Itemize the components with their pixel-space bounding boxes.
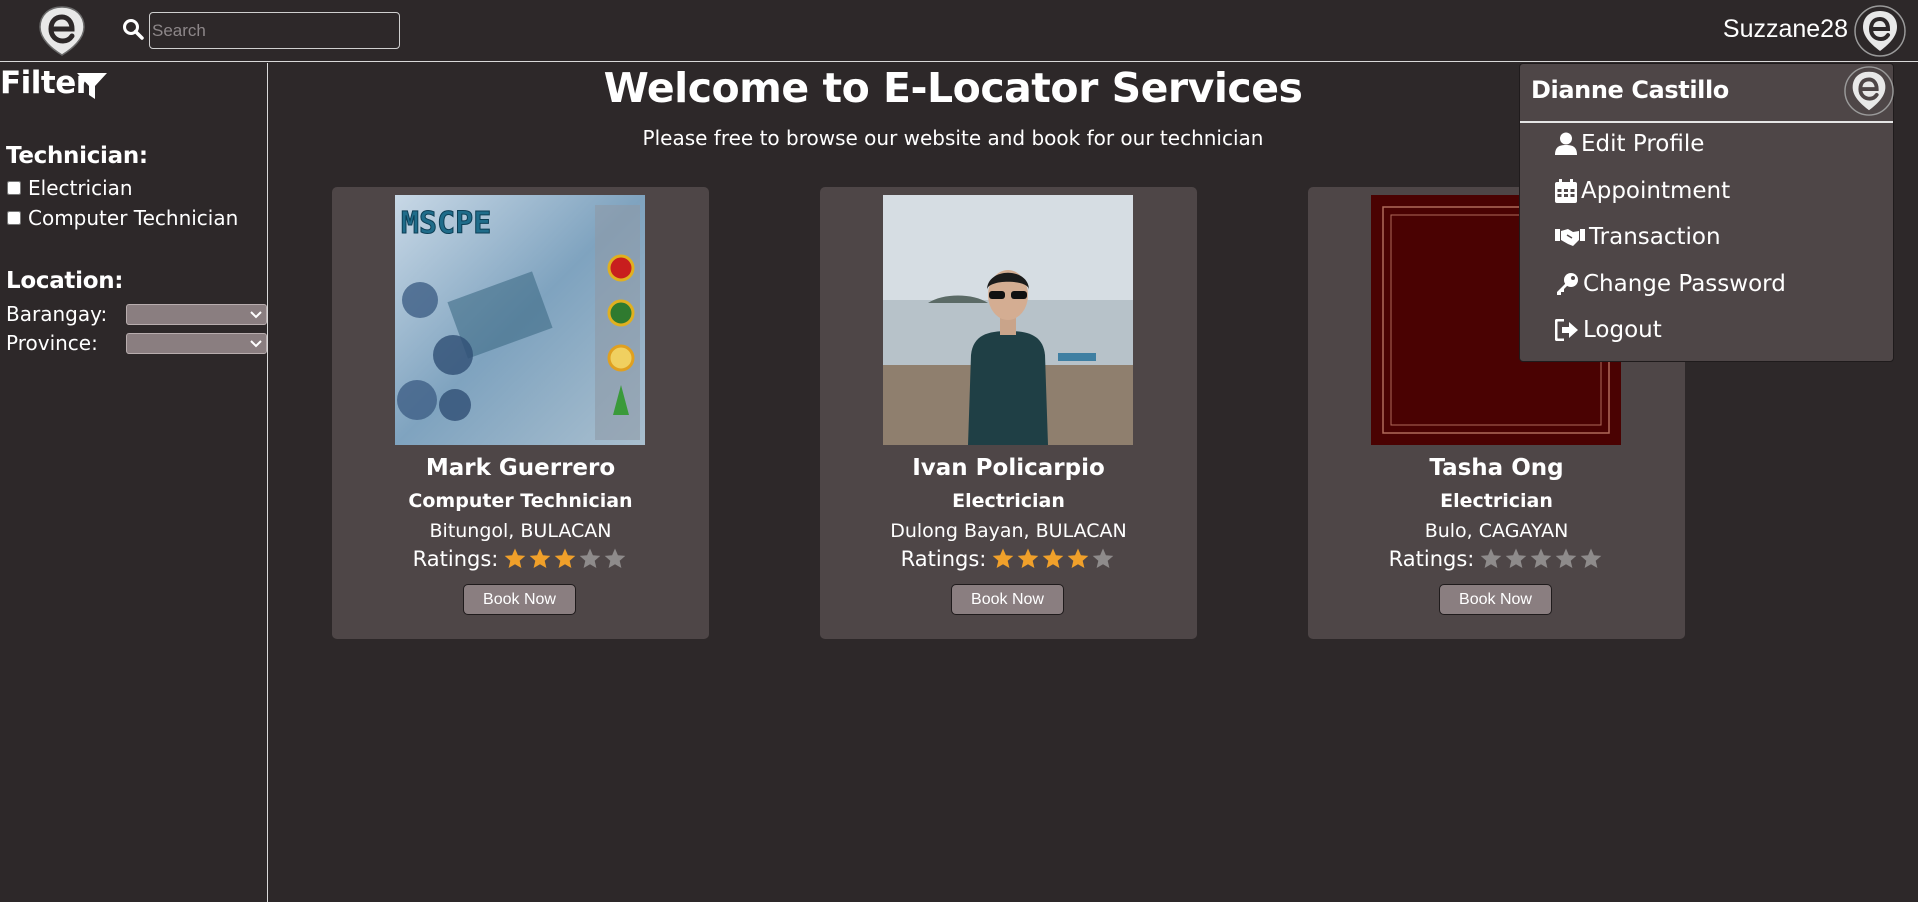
star-rating — [991, 547, 1116, 571]
technician-card: Ivan Policarpio Electrician Dulong Bayan… — [820, 187, 1197, 639]
star-empty-icon — [580, 548, 601, 568]
electrician-checkbox[interactable] — [7, 181, 21, 195]
technician-card: MSCPE Mark Guerrero Computer Technician … — [332, 187, 709, 639]
technician-location: Dulong Bayan, BULACAN — [890, 520, 1127, 542]
ratings-label: Ratings: — [412, 547, 499, 571]
menu-item-edit-profile[interactable]: Edit Profile — [1555, 131, 1704, 157]
star-empty-icon — [1093, 548, 1114, 568]
technician-location: Bitungol, BULACAN — [429, 520, 612, 542]
computer-technician-checkbox[interactable] — [7, 211, 21, 225]
key-icon — [1557, 273, 1578, 295]
technician-location: Bulo, CAGAYAN — [1424, 520, 1569, 542]
province-label: Province: — [6, 331, 98, 355]
star-empty-icon — [1556, 548, 1577, 568]
page-subtitle: Please free to browse our website and bo… — [642, 126, 1264, 150]
book-now-button[interactable]: Book Now — [463, 584, 576, 615]
star-empty-icon — [1531, 548, 1552, 568]
technician-ratings: Ratings: — [820, 547, 1197, 571]
dropdown-user-name: Dianne Castillo — [1531, 76, 1729, 104]
menu-item-change-password[interactable]: Change Password — [1555, 271, 1786, 297]
logout-icon — [1555, 319, 1578, 341]
book-now-button[interactable]: Book Now — [1439, 584, 1552, 615]
handshake-icon — [1555, 229, 1585, 246]
menu-item-label: Change Password — [1583, 271, 1786, 297]
technician-ratings: Ratings: — [1308, 547, 1685, 571]
star-filled-icon — [1018, 548, 1039, 568]
electrician-label: Electrician — [28, 176, 133, 200]
star-filled-icon — [555, 548, 576, 568]
technician-name: Tasha Ong — [1429, 455, 1564, 481]
star-empty-icon — [605, 548, 626, 568]
barangay-row: Barangay: — [6, 302, 267, 326]
filter-computer-technician[interactable]: Computer Technician — [7, 206, 238, 230]
avatar — [1844, 66, 1894, 116]
menu-item-appointment[interactable]: Appointment — [1555, 178, 1730, 204]
technician-role: Electrician — [952, 490, 1065, 512]
menu-item-logout[interactable]: Logout — [1555, 317, 1662, 343]
menu-item-label: Logout — [1583, 317, 1662, 343]
star-rating — [1479, 547, 1604, 571]
search-icon — [123, 19, 144, 40]
menu-item-transaction[interactable]: Transaction — [1555, 224, 1721, 250]
chevron-down-icon — [250, 311, 262, 319]
technician-photo: MSCPE — [395, 195, 645, 445]
filter-sidebar: Filter Technician: Electrician Computer … — [0, 63, 268, 902]
star-filled-icon — [505, 548, 526, 568]
username-label[interactable]: Suzzane28 — [1723, 15, 1848, 44]
star-empty-icon — [1506, 548, 1527, 568]
province-row: Province: — [6, 331, 267, 355]
funnel-icon — [77, 73, 107, 99]
profile-dropdown-menu: Dianne Castillo Edit Profile Appointment — [1519, 63, 1894, 362]
calendar-icon — [1555, 179, 1577, 203]
computer-technician-label: Computer Technician — [28, 206, 239, 230]
e-locator-logo[interactable] — [36, 5, 88, 57]
star-filled-icon — [1043, 548, 1064, 568]
profile-avatar-button[interactable] — [1854, 5, 1906, 57]
technician-name: Mark Guerrero — [425, 455, 616, 481]
star-rating — [503, 547, 628, 571]
filter-electrician[interactable]: Electrician — [7, 176, 133, 200]
poster-text: MSCPE — [401, 206, 491, 241]
province-select[interactable] — [126, 333, 267, 354]
book-now-button[interactable]: Book Now — [951, 584, 1064, 615]
technician-heading: Technician: — [6, 143, 148, 169]
menu-item-label: Transaction — [1589, 224, 1721, 250]
star-empty-icon — [1581, 548, 1602, 568]
top-navbar: Suzzane28 — [0, 0, 1918, 62]
star-filled-icon — [1068, 548, 1089, 568]
menu-item-label: Appointment — [1581, 178, 1731, 204]
chevron-down-icon — [250, 340, 262, 348]
dropdown-divider — [1520, 121, 1893, 123]
user-icon — [1555, 132, 1577, 155]
search-input[interactable] — [149, 12, 400, 49]
star-filled-icon — [530, 548, 551, 568]
technician-role: Computer Technician — [408, 490, 633, 512]
barangay-label: Barangay: — [6, 302, 108, 326]
ratings-label: Ratings: — [1388, 547, 1475, 571]
technician-photo — [883, 195, 1133, 445]
technician-role: Electrician — [1440, 490, 1553, 512]
ratings-label: Ratings: — [900, 547, 987, 571]
location-heading: Location: — [6, 268, 124, 294]
star-empty-icon — [1481, 548, 1502, 568]
barangay-select[interactable] — [126, 304, 267, 325]
page-title: Welcome to E-Locator Services — [603, 64, 1303, 112]
technician-name: Ivan Policarpio — [912, 455, 1105, 481]
star-filled-icon — [993, 548, 1014, 568]
menu-item-label: Edit Profile — [1581, 131, 1705, 157]
technician-ratings: Ratings: — [332, 547, 709, 571]
